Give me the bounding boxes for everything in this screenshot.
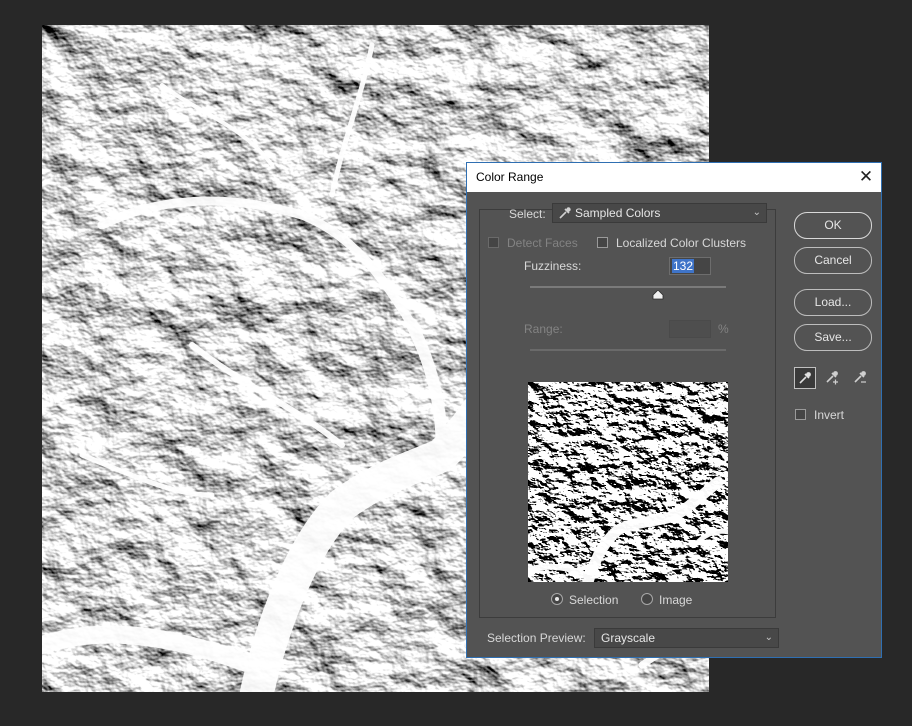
load-button[interactable]: Load...	[794, 289, 872, 316]
localized-color-clusters-label: Localized Color Clusters	[616, 236, 747, 250]
image-radio[interactable]	[641, 593, 653, 605]
invert-label: Invert	[814, 408, 845, 422]
eyedropper-minus-icon	[854, 371, 866, 383]
select-value: Sampled Colors	[575, 206, 661, 220]
detect-faces-label: Detect Faces	[507, 236, 578, 250]
range-label: Range:	[524, 322, 563, 336]
fuzziness-slider-track[interactable]	[530, 286, 726, 288]
fuzziness-input[interactable]: 132	[669, 257, 711, 275]
save-button[interactable]: Save...	[794, 324, 872, 351]
dialog-title: Color Range	[476, 170, 544, 184]
eyedropper-tool-button[interactable]	[794, 367, 816, 389]
eyedropper-icon	[558, 206, 572, 225]
eyedropper-plus-icon	[826, 371, 838, 385]
selection-radio-label: Selection	[569, 593, 619, 607]
fuzziness-label: Fuzziness:	[524, 259, 582, 273]
select-label: Select:	[509, 207, 546, 221]
image-radio-label: Image	[659, 593, 693, 607]
add-to-sample-button[interactable]	[822, 367, 844, 389]
color-range-dialog: Color Range ✕ Select: Sampled Colors ⌄ D…	[466, 162, 882, 658]
ok-button[interactable]: OK	[794, 212, 872, 239]
fuzziness-value: 132	[672, 259, 695, 273]
invert-checkbox[interactable]	[795, 409, 806, 420]
selection-preview-label: Selection Preview:	[487, 631, 586, 645]
range-slider-track[interactable]	[530, 349, 726, 351]
fuzziness-slider-thumb[interactable]	[652, 290, 664, 300]
localized-color-clusters-checkbox[interactable]	[597, 237, 608, 248]
cancel-button[interactable]: Cancel	[794, 247, 872, 274]
selection-preview-value: Grayscale	[601, 631, 656, 645]
chevron-down-icon: ⌄	[764, 632, 773, 643]
selection-preview-image[interactable]	[528, 382, 728, 582]
select-dropdown[interactable]: Sampled Colors ⌄	[552, 203, 767, 223]
range-unit: %	[718, 322, 729, 336]
subtract-from-sample-button[interactable]	[850, 367, 872, 389]
eyedropper-icon	[799, 372, 811, 384]
range-input[interactable]	[669, 320, 711, 338]
chevron-down-icon: ⌄	[752, 207, 761, 218]
detect-faces-checkbox[interactable]	[488, 237, 499, 248]
selection-radio[interactable]	[551, 593, 563, 605]
selection-preview-dropdown[interactable]: Grayscale ⌄	[594, 628, 779, 648]
dialog-titlebar[interactable]: Color Range ✕	[467, 163, 881, 192]
close-icon[interactable]: ✕	[851, 163, 881, 192]
